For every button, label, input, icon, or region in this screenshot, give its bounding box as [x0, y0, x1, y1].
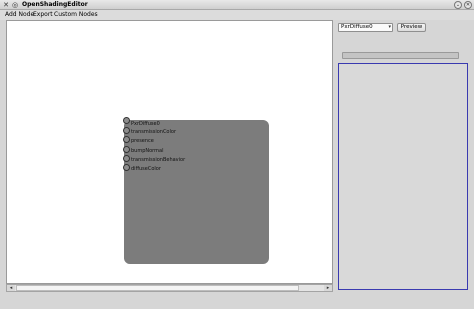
input-port[interactable]: [123, 127, 130, 134]
menu-export[interactable]: Export: [33, 11, 53, 19]
port-label-transmission-behavior: transmissionBehavior: [131, 157, 186, 163]
close-x-icon[interactable]: ✕: [2, 1, 10, 9]
preview-panel: [338, 63, 468, 290]
menu-custom-nodes[interactable]: Custom Nodes: [54, 11, 98, 19]
input-port[interactable]: [123, 155, 130, 162]
port-label-transmission-color: transmissionColor: [131, 129, 176, 135]
port-label-bump-normal: bumpNormal: [131, 148, 164, 154]
horizontal-scrollbar[interactable]: ◂ ▸: [6, 284, 333, 292]
input-port[interactable]: [123, 164, 130, 171]
title-bar: ✕ ◎ OpenShadingEditor ⌄ ✕: [0, 0, 474, 10]
scroll-right-icon[interactable]: ▸: [324, 285, 332, 291]
node-select-value: PxrDiffuse0: [341, 24, 373, 30]
node-graph-canvas[interactable]: PxrDiffuse0 transmissionColor presence b…: [6, 20, 333, 284]
scroll-left-icon[interactable]: ◂: [7, 285, 15, 291]
port-label-presence: presence: [131, 138, 154, 144]
node-title: PxrDiffuse0: [131, 121, 160, 127]
input-port[interactable]: [123, 136, 130, 143]
port-label-diffuse-color: diffuseColor: [131, 166, 161, 172]
menu-bar: Add Node Export Custom Nodes: [0, 10, 474, 20]
window-title: OpenShadingEditor: [22, 1, 88, 8]
output-port[interactable]: [123, 117, 130, 124]
pin-icon[interactable]: ◎: [11, 1, 19, 9]
chevron-down-icon: ▾: [388, 24, 391, 30]
close-icon[interactable]: ✕: [464, 1, 472, 9]
render-progress-bar: [342, 52, 459, 59]
scroll-thumb[interactable]: [16, 285, 299, 291]
preview-button[interactable]: Preview: [397, 23, 426, 32]
minimize-icon[interactable]: ⌄: [454, 1, 462, 9]
menu-add-node[interactable]: Add Node: [5, 11, 34, 19]
shader-node[interactable]: PxrDiffuse0 transmissionColor presence b…: [123, 117, 269, 264]
input-port[interactable]: [123, 146, 130, 153]
node-select-dropdown[interactable]: PxrDiffuse0 ▾: [338, 23, 393, 32]
